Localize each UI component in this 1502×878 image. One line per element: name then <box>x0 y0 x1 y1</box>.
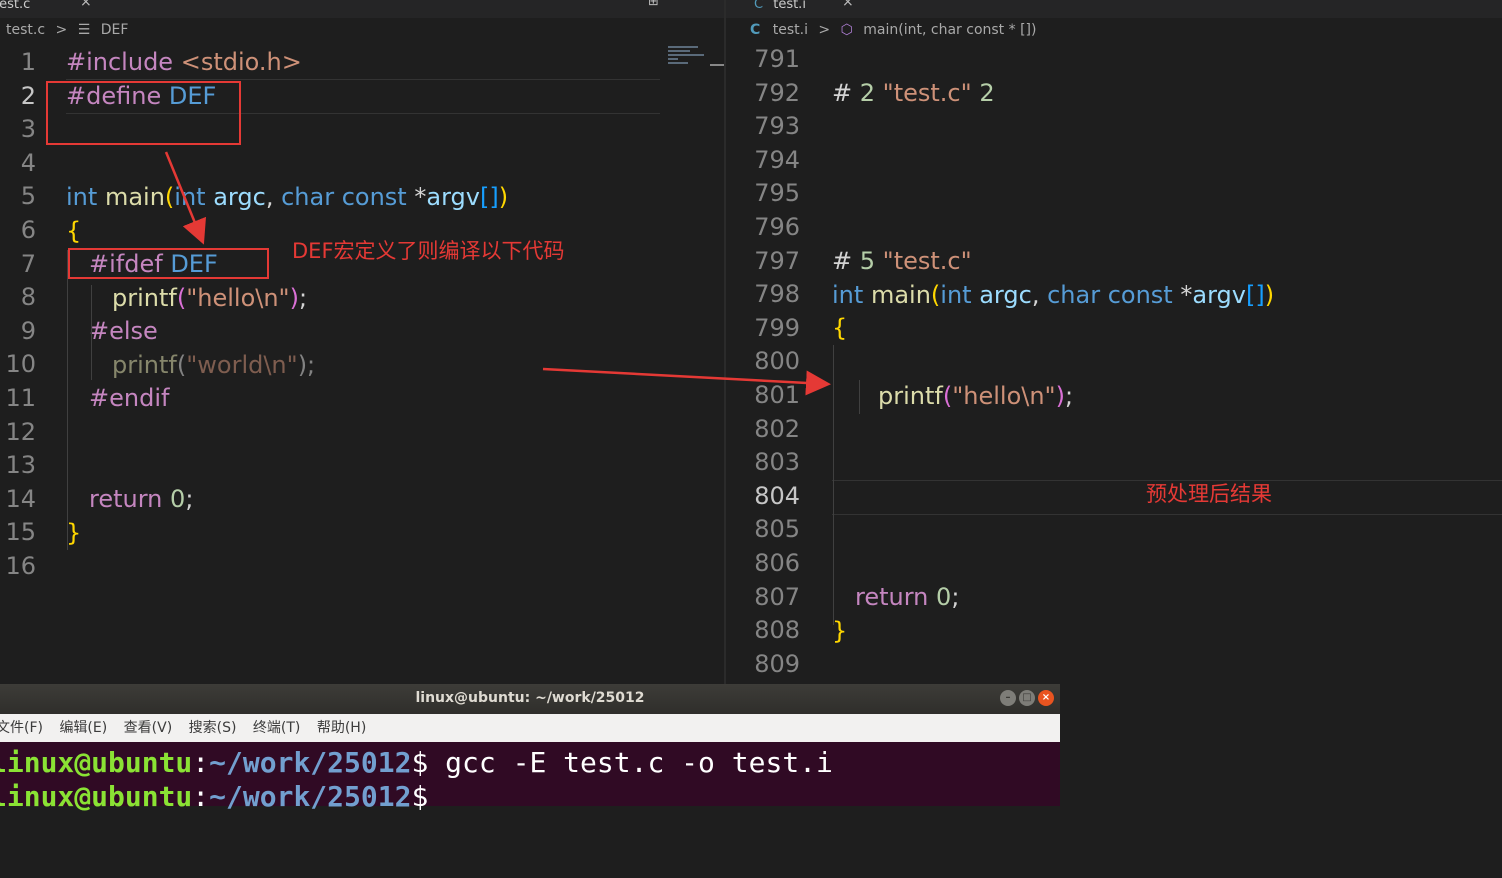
prompt-path: ~/work/25012 <box>209 746 412 779</box>
arrow-to-result <box>542 367 831 396</box>
menu-file[interactable]: 文件(F) <box>0 720 43 736</box>
terminal-title-bar[interactable]: linux@ubuntu: ~/work/25012 – □ × <box>0 684 1060 714</box>
menu-search[interactable]: 搜索(S) <box>189 720 237 736</box>
prompt-sep: : <box>192 780 210 813</box>
terminal-command: gcc -E test.c -o test.i <box>428 746 833 779</box>
terminal-window[interactable]: linux@ubuntu: ~/work/25012 – □ × 文件(F) 编辑(… <box>0 684 1060 813</box>
minimize-icon[interactable]: – <box>1000 690 1016 706</box>
menu-view[interactable]: 查看(V) <box>124 720 173 736</box>
terminal-line: linux@ubuntu:~/work/25012$ <box>0 780 428 814</box>
prompt-user: linux@ubuntu <box>0 746 193 779</box>
window-controls: – □ × <box>997 690 1054 708</box>
menu-help[interactable]: 帮助(H) <box>317 720 366 736</box>
menu-terminal[interactable]: 终端(T) <box>253 720 300 736</box>
prompt-path: ~/work/25012 <box>209 780 412 813</box>
prompt-symbol: $ <box>411 780 429 813</box>
terminal-line: linux@ubuntu:~/work/25012$ gcc -E test.c… <box>0 746 833 780</box>
prompt-user: linux@ubuntu <box>0 780 193 813</box>
prompt-sep: : <box>192 746 210 779</box>
terminal-menu-bar: 文件(F) 编辑(E) 查看(V) 搜索(S) 终端(T) 帮助(H) <box>0 714 1060 742</box>
prompt-symbol: $ <box>411 746 429 779</box>
terminal-output[interactable]: linux@ubuntu:~/work/25012$ gcc -E test.c… <box>0 742 1060 813</box>
arrow-define-to-ifdef <box>164 151 206 245</box>
menu-edit[interactable]: 编辑(E) <box>59 720 107 736</box>
maximize-icon[interactable]: □ <box>1019 690 1035 706</box>
close-icon[interactable]: × <box>1038 690 1054 706</box>
terminal-title: linux@ubuntu: ~/work/25012 <box>415 690 645 706</box>
